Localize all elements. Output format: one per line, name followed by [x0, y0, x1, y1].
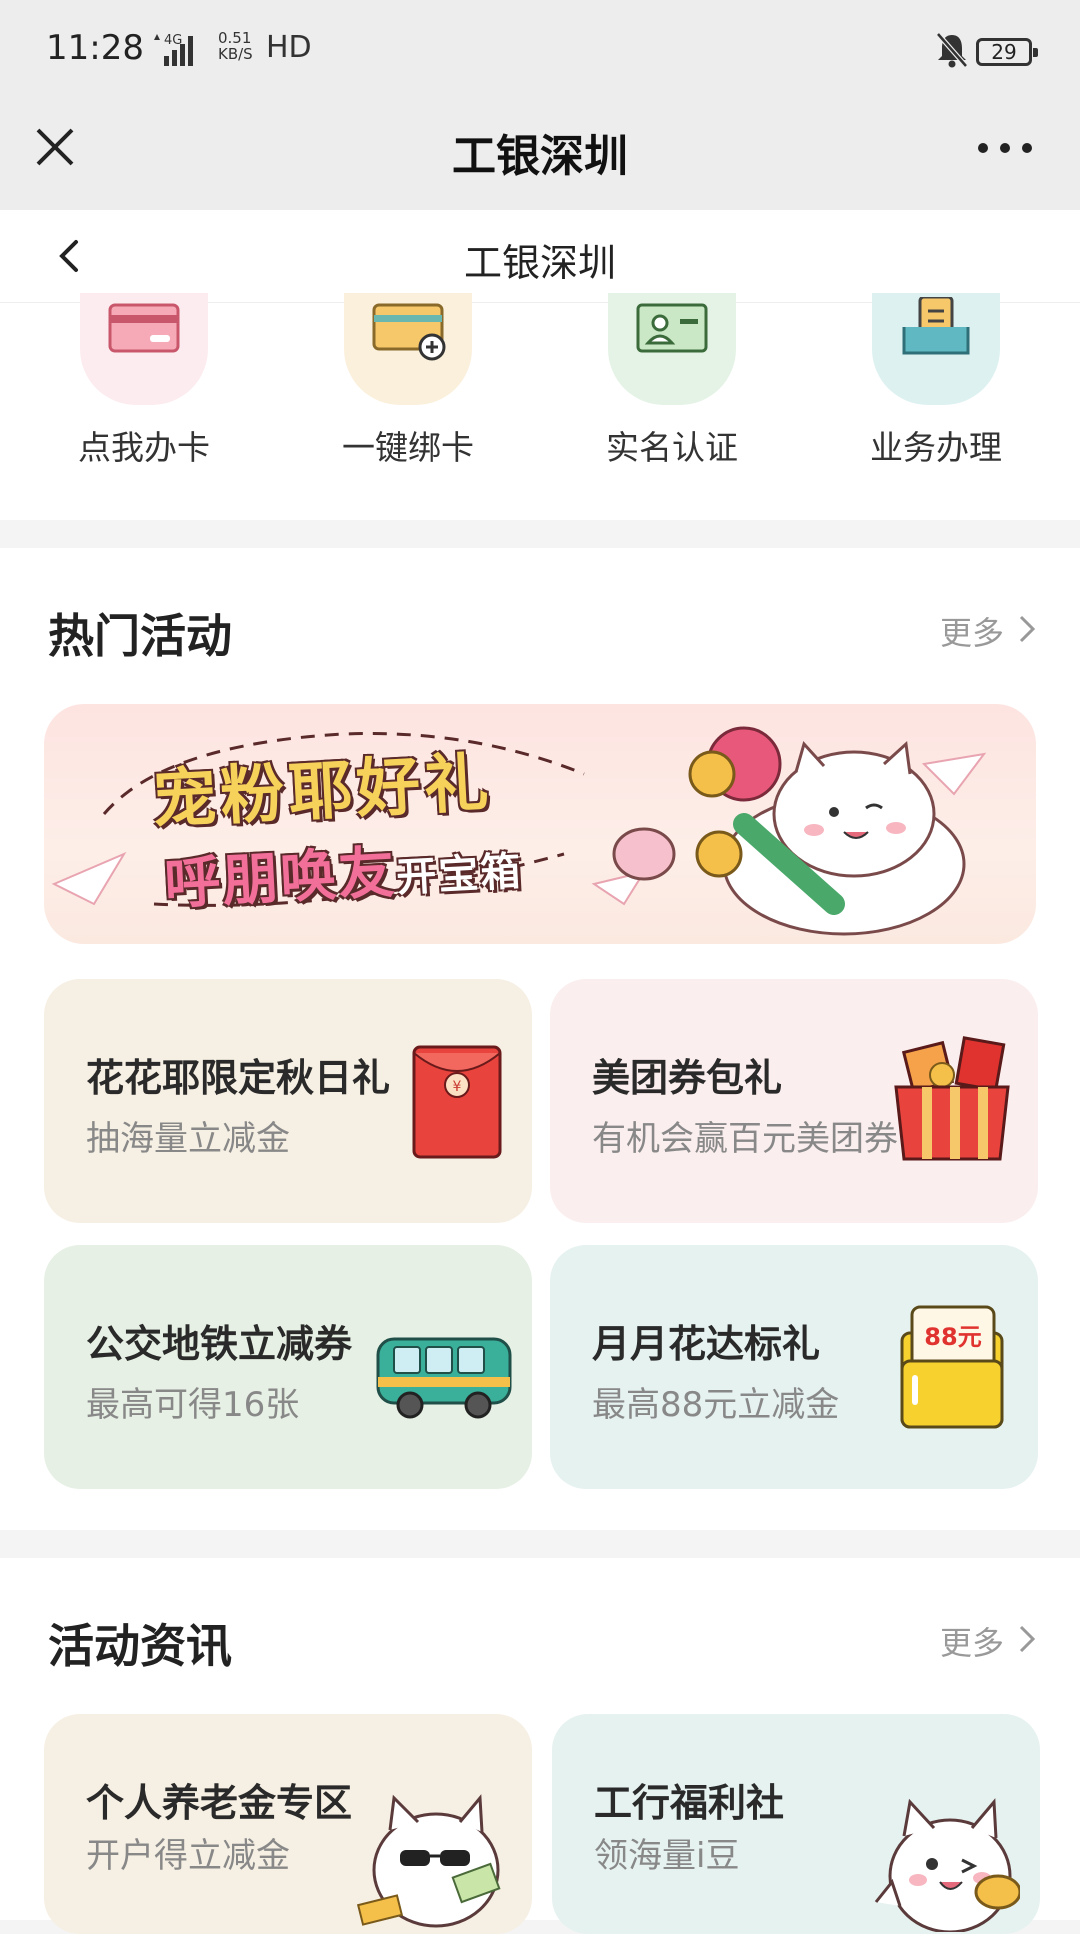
network-speed: 0.51 KB/S: [218, 29, 253, 63]
promo-banner[interactable]: 宠粉耶好礼 呼朋唤友开宝箱: [44, 704, 1036, 944]
status-bar: 11:28 4G 0.51 KB/S HD 29: [0, 0, 1080, 100]
signal-icon: 4G: [154, 33, 193, 66]
card-subtitle: 有机会赢百元美团券: [592, 1119, 898, 1159]
mascot-sunglasses-icon: [356, 1794, 501, 1928]
news-more-link[interactable]: 更多: [940, 1618, 1004, 1664]
service-label: 实名认证: [606, 428, 738, 467]
gift-box-icon: [894, 1036, 1010, 1161]
red-envelope-icon: ¥: [412, 1045, 502, 1159]
bell-muted-icon: [936, 32, 968, 68]
page-title: 工银深圳: [463, 241, 616, 285]
card-subtitle: 开户得立减金: [86, 1836, 290, 1876]
service-bind-card[interactable]: 一键绑卡: [280, 293, 520, 503]
hd-indicator: HD: [266, 30, 312, 65]
news-section: 活动资讯 更多 个人养老金专区 开户得立减金 工行福利社 领海量i豆: [0, 1558, 1080, 1934]
hot-more-link[interactable]: 更多: [940, 608, 1004, 654]
bus-icon: [376, 1337, 512, 1419]
news-card-welfare[interactable]: 工行福利社 领海量i豆: [552, 1714, 1040, 1934]
activity-card-transit[interactable]: 公交地铁立减券 最高可得16张: [44, 1245, 532, 1489]
activity-card-autumn-gift[interactable]: 花花耶限定秋日礼 抽海量立减金 ¥: [44, 979, 532, 1223]
news-card-pension[interactable]: 个人养老金专区 开户得立减金: [44, 1714, 532, 1934]
chevron-right-icon: [1019, 615, 1036, 643]
more-icon[interactable]: [975, 138, 1035, 158]
service-label: 一键绑卡: [342, 428, 474, 467]
service-real-name[interactable]: 实名认证: [544, 293, 784, 503]
service-label: 点我办卡: [78, 428, 210, 467]
svg-text:¥: ¥: [453, 1079, 462, 1095]
id-card-icon: [608, 293, 736, 405]
coupon-label: 88元: [924, 1323, 981, 1351]
section-title: 热门活动: [48, 609, 232, 663]
card-subtitle: 抽海量立减金: [86, 1119, 290, 1159]
card-title: 月月花达标礼: [592, 1322, 821, 1366]
card-title: 工行福利社: [594, 1781, 785, 1825]
service-shortcuts: 点我办卡 一键绑卡 实名认证 业务办理: [0, 293, 1080, 520]
activity-card-meituan[interactable]: 美团券包礼 有机会赢百元美团券: [550, 979, 1038, 1223]
section-title: 活动资讯: [48, 1619, 232, 1673]
title-bar: 工银深圳: [0, 100, 1080, 210]
chevron-right-icon: [1019, 1625, 1036, 1653]
status-time: 11:28: [46, 28, 144, 68]
mascot-wink-icon: [874, 1798, 1020, 1932]
coupon-88-icon: 88元: [900, 1305, 1004, 1429]
activity-card-monthly[interactable]: 月月花达标礼 最高88元立减金 88元: [550, 1245, 1038, 1489]
document-icon: [872, 293, 1000, 405]
card-title: 个人养老金专区: [86, 1781, 353, 1825]
card-add-icon: [344, 293, 472, 405]
card-title: 公交地铁立减券: [86, 1322, 353, 1366]
card-title: 花花耶限定秋日礼: [86, 1056, 391, 1100]
network-type: 4G: [164, 33, 182, 48]
service-apply-card[interactable]: 点我办卡: [16, 293, 256, 503]
service-label: 业务办理: [870, 428, 1002, 467]
card-subtitle: 最高88元立减金: [592, 1385, 840, 1425]
page-header: 工银深圳: [0, 210, 1080, 303]
banner-subline-small: 开宝箱: [395, 848, 524, 902]
card-subtitle: 最高可得16张: [86, 1385, 300, 1425]
hot-activities-section: 热门活动 更多 宠粉耶好礼 呼朋唤友开宝箱 花花耶限定秋日礼 抽海量立减金 ¥ …: [0, 548, 1080, 1530]
card-icon: [80, 293, 208, 405]
battery-indicator: 29: [976, 38, 1038, 66]
card-subtitle: 领海量i豆: [594, 1836, 740, 1876]
service-business[interactable]: 业务办理: [808, 293, 1048, 503]
card-title: 美团券包礼: [592, 1056, 783, 1100]
window-title: 工银深圳: [452, 131, 628, 182]
